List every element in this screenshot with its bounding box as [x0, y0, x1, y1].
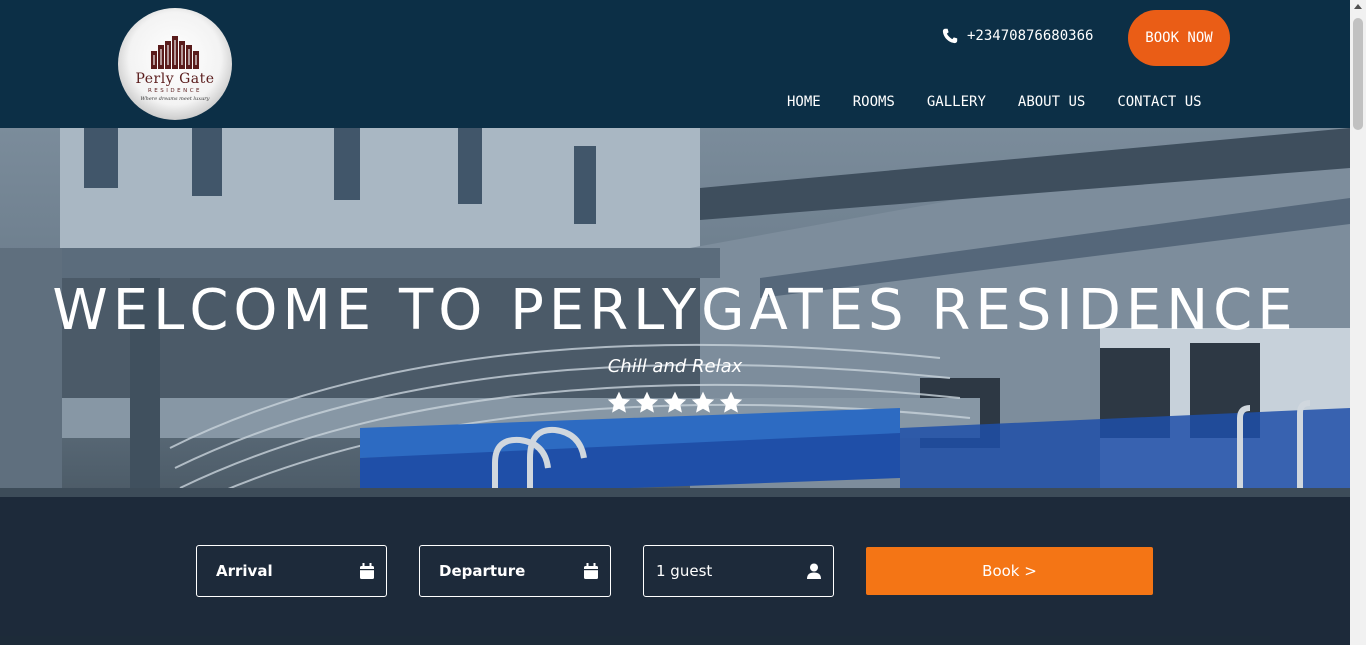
- site-header: Perly Gate RESIDENCE Where dreams meet l…: [0, 0, 1350, 128]
- arrival-label: Arrival: [216, 562, 273, 580]
- phone-number: +23470876680366: [967, 28, 1094, 44]
- nav-item-contact-us[interactable]: CONTACT US: [1117, 94, 1201, 110]
- star-icon: [607, 391, 631, 413]
- book-now-button[interactable]: BOOK NOW: [1128, 10, 1230, 66]
- book-button[interactable]: Book >: [866, 547, 1153, 595]
- phone-contact[interactable]: +23470876680366: [942, 28, 1093, 44]
- hero-subtitle: Chill and Relax: [607, 356, 743, 377]
- calendar-icon: [360, 563, 374, 579]
- star-icon: [691, 391, 715, 413]
- star-icon: [719, 391, 743, 413]
- star-icon: [663, 391, 687, 413]
- departure-label: Departure: [439, 562, 526, 580]
- logo-tagline: Where dreams meet luxury: [140, 95, 210, 102]
- user-icon: [807, 563, 821, 579]
- star-icon: [635, 391, 659, 413]
- logo-subtitle: RESIDENCE: [147, 87, 203, 94]
- arrival-date-field[interactable]: Arrival: [196, 545, 387, 597]
- nav-item-home[interactable]: HOME: [787, 94, 821, 110]
- nav-item-gallery[interactable]: GALLERY: [927, 94, 986, 110]
- nav-item-about-us[interactable]: ABOUT US: [1018, 94, 1085, 110]
- building-logo-icon: [151, 35, 199, 69]
- guests-field[interactable]: 1 guest: [643, 545, 834, 597]
- hero-title: WELCOME TO PERLYGATES RESIDENCE: [52, 278, 1298, 343]
- logo-name: Perly Gate: [135, 70, 215, 87]
- site-logo[interactable]: Perly Gate RESIDENCE Where dreams meet l…: [118, 8, 232, 120]
- star-rating: [0, 390, 1350, 416]
- scrollbar-thumb[interactable]: [1353, 18, 1363, 130]
- departure-date-field[interactable]: Departure: [419, 545, 611, 597]
- phone-icon: [942, 28, 958, 44]
- scroll-up-arrow-icon[interactable]: [1354, 4, 1362, 9]
- main-nav: HOME ROOMS GALLERY ABOUT US CONTACT US: [787, 94, 1202, 110]
- guests-value: 1 guest: [656, 562, 713, 580]
- nav-item-rooms[interactable]: ROOMS: [853, 94, 895, 110]
- calendar-icon: [584, 563, 598, 579]
